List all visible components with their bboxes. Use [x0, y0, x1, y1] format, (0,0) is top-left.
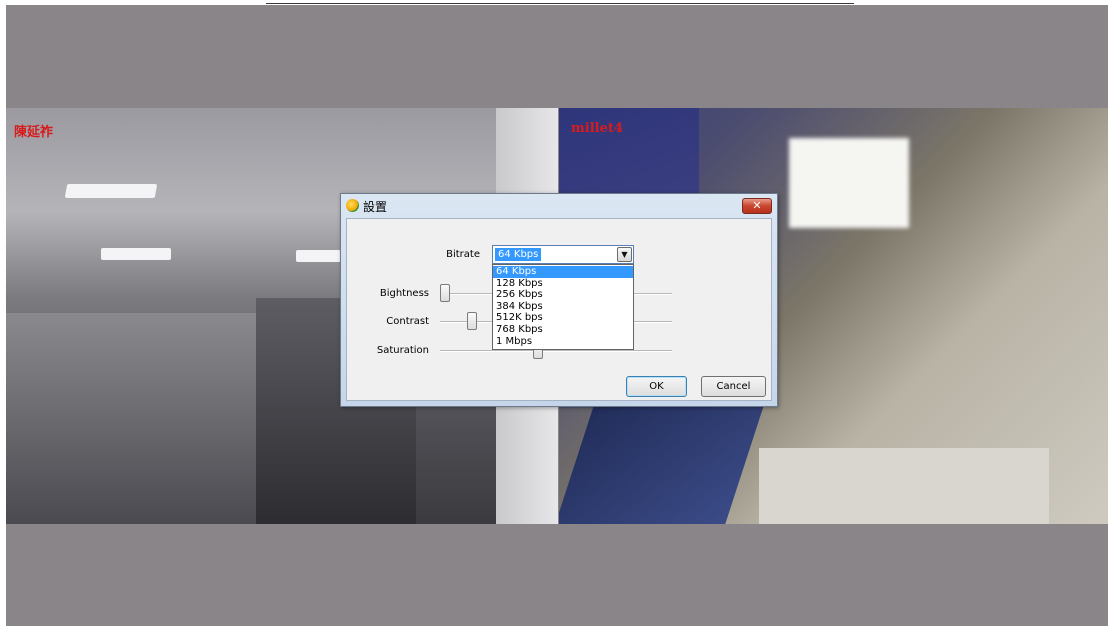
bitrate-option[interactable]: 128 Kbps [493, 278, 633, 290]
chevron-down-icon[interactable]: ▼ [617, 247, 632, 262]
ceiling-light [296, 250, 341, 262]
dialog-body: Bitrate Bightness Contrast Saturation 64… [346, 218, 772, 401]
whiteboard [759, 448, 1049, 524]
ok-button[interactable]: OK [626, 376, 687, 397]
bitrate-option[interactable]: 1 Mbps [493, 336, 633, 348]
camera-label-left: 陳延祚 [14, 125, 54, 140]
dialog-titlebar[interactable]: 設置 ✕ [341, 194, 777, 218]
bitrate-option[interactable]: 384 Kbps [493, 301, 633, 313]
saturation-track[interactable] [440, 350, 672, 352]
close-button[interactable]: ✕ [742, 198, 772, 214]
app-icon [346, 199, 359, 212]
bitrate-option[interactable]: 512K bps [493, 312, 633, 324]
settings-dialog: 設置 ✕ Bitrate Bightness Contrast Saturati… [340, 193, 778, 407]
ceiling-light [101, 248, 171, 260]
dialog-title: 設置 [363, 200, 388, 214]
saturation-label: Saturation [376, 345, 429, 356]
brightness-label: Bightness [379, 288, 429, 299]
cubicle-partition [6, 313, 256, 524]
ceiling-light [64, 184, 158, 198]
window-light [789, 138, 909, 228]
bitrate-selected-value: 64 Kbps [495, 248, 542, 261]
bitrate-options-list[interactable]: 64 Kbps 128 Kbps 256 Kbps 384 Kbps 512K bps 7… [492, 264, 634, 350]
contrast-label: Contrast [386, 316, 429, 327]
camera-label-right: millet4 [571, 121, 623, 136]
contrast-slider-thumb[interactable] [466, 312, 477, 330]
bitrate-option[interactable]: 256 Kbps [493, 289, 633, 301]
bitrate-label: Bitrate [446, 249, 480, 260]
cancel-button[interactable]: Cancel [701, 376, 766, 397]
bitrate-option[interactable]: 64 Kbps [493, 266, 633, 278]
bitrate-option[interactable]: 768 Kbps [493, 324, 633, 336]
top-divider [266, 3, 854, 4]
brightness-slider-thumb[interactable] [440, 284, 450, 302]
bitrate-dropdown[interactable]: 64 Kbps ▼ [492, 245, 634, 264]
